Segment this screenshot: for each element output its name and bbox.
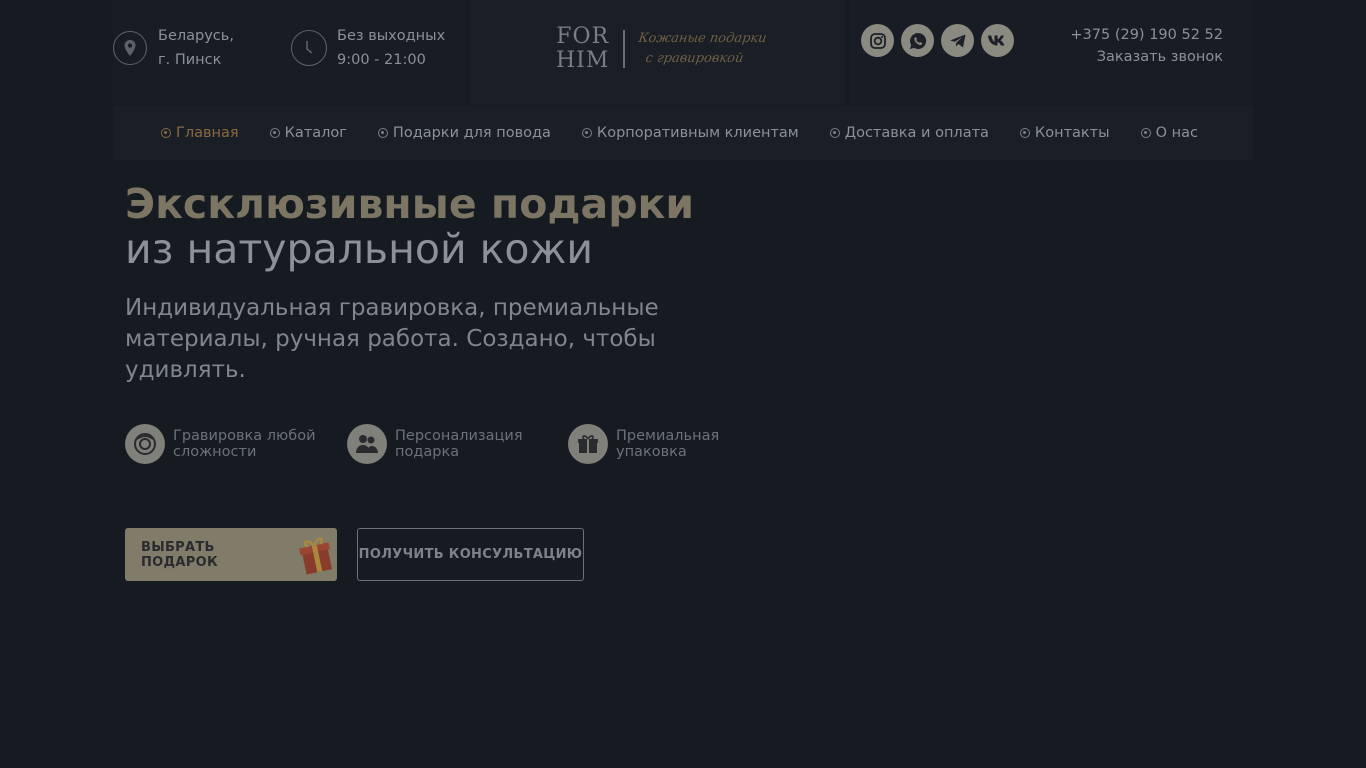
- hours-time: 9:00 - 21:00: [337, 52, 426, 68]
- logo-tagline-line1: Кожаные подарки: [637, 31, 768, 46]
- nav-item-label: Контакты: [1034, 125, 1110, 141]
- site-logo[interactable]: FOR HIM Кожаные подарки с гравировкой: [556, 25, 768, 73]
- nav-item-label: О нас: [1155, 125, 1198, 141]
- logo-divider: [623, 30, 626, 68]
- vk-icon[interactable]: [981, 24, 1014, 57]
- nav-item-delivery[interactable]: Доставка и оплата: [829, 125, 989, 141]
- logo-tagline: Кожаные подарки с гравировкой: [635, 29, 769, 69]
- engraving-icon: [125, 424, 165, 464]
- location-city: г. Пинск: [158, 52, 222, 68]
- nav-dot-icon: [581, 128, 592, 138]
- feature-line2: упаковка: [616, 444, 687, 460]
- hero-subtitle: Индивидуальная гравировка, премиальные м…: [125, 295, 659, 383]
- nav-item-label: Доставка и оплата: [844, 125, 989, 141]
- nav-dot-icon: [829, 128, 840, 138]
- nav-item-catalog[interactable]: Каталог: [269, 125, 347, 141]
- choose-gift-button[interactable]: ВЫБРАТЬ ПОДАРОК: [125, 528, 337, 581]
- location-pin-icon: [113, 31, 147, 65]
- phone-block: +375 (29) 190 52 52 Заказать звонок: [1070, 24, 1223, 68]
- nav-dot-icon: [269, 128, 280, 138]
- get-consultation-button[interactable]: ПОЛУЧИТЬ КОНСУЛЬТАЦИЮ: [357, 528, 584, 581]
- nav-item-contacts[interactable]: Контакты: [1019, 125, 1110, 141]
- nav-item-home[interactable]: Главная: [161, 125, 239, 141]
- choose-gift-label: ВЫБРАТЬ ПОДАРОК: [141, 539, 218, 570]
- feature-line1: Персонализация: [395, 428, 523, 444]
- hero-title-line2: из натуральной кожи: [125, 225, 594, 273]
- nav-item-label: Корпоративным клиентам: [596, 125, 799, 141]
- hours-days: Без выходных: [337, 28, 446, 44]
- telegram-icon[interactable]: [941, 24, 974, 57]
- nav-item-about[interactable]: О нас: [1140, 125, 1198, 141]
- phone-number[interactable]: +375 (29) 190 52 52: [1070, 24, 1223, 46]
- nav-item-occasion-gifts[interactable]: Подарки для повода: [377, 125, 551, 141]
- location-country: Беларусь,: [158, 28, 234, 44]
- feature-line2: сложности: [173, 444, 257, 460]
- nav-dot-icon: [161, 128, 171, 138]
- nav-item-label: Главная: [176, 125, 239, 141]
- feature-personalization: Персонализация подарка: [347, 424, 523, 464]
- location-info: Беларусь, г. Пинск: [113, 24, 234, 72]
- callback-link[interactable]: Заказать звонок: [1070, 46, 1223, 68]
- feature-text: Гравировка любой сложности: [173, 428, 316, 460]
- feature-line1: Гравировка любой: [173, 428, 316, 444]
- feature-line1: Премиальная: [616, 428, 720, 444]
- clock-icon: [291, 30, 327, 66]
- location-text: Беларусь, г. Пинск: [158, 24, 234, 72]
- social-links: [861, 24, 1014, 57]
- nav-dot-icon: [1019, 128, 1030, 138]
- instagram-icon[interactable]: [861, 24, 894, 57]
- nav-dot-icon: [377, 128, 388, 138]
- hours-text: Без выходных 9:00 - 21:00: [337, 24, 445, 72]
- whatsapp-icon[interactable]: [901, 24, 934, 57]
- feature-text: Премиальная упаковка: [616, 428, 719, 460]
- hero-title-line1: Эксклюзивные подарки: [125, 180, 695, 228]
- logo-wordmark: FOR HIM: [556, 25, 609, 73]
- gift-icon: [297, 534, 337, 576]
- nav-item-corporate[interactable]: Корпоративным клиентам: [581, 125, 799, 141]
- logo-tagline-line2: с гравировкой: [645, 51, 745, 66]
- people-icon: [347, 424, 387, 464]
- feature-line2: подарка: [395, 444, 460, 460]
- feature-text: Персонализация подарка: [395, 428, 523, 460]
- nav-item-label: Каталог: [284, 125, 347, 141]
- feature-engraving: Гравировка любой сложности: [125, 424, 316, 464]
- logo-word-him: HIM: [556, 48, 610, 73]
- nav-item-label: Подарки для повода: [392, 125, 551, 141]
- main-nav: Главная Каталог Подарки для повода Корпо…: [113, 106, 1253, 160]
- gift-box-icon: [568, 424, 608, 464]
- hours-info: Без выходных 9:00 - 21:00: [291, 24, 445, 72]
- feature-packaging: Премиальная упаковка: [568, 424, 719, 464]
- nav-dot-icon: [1140, 128, 1151, 138]
- logo-word-for: FOR: [556, 24, 610, 49]
